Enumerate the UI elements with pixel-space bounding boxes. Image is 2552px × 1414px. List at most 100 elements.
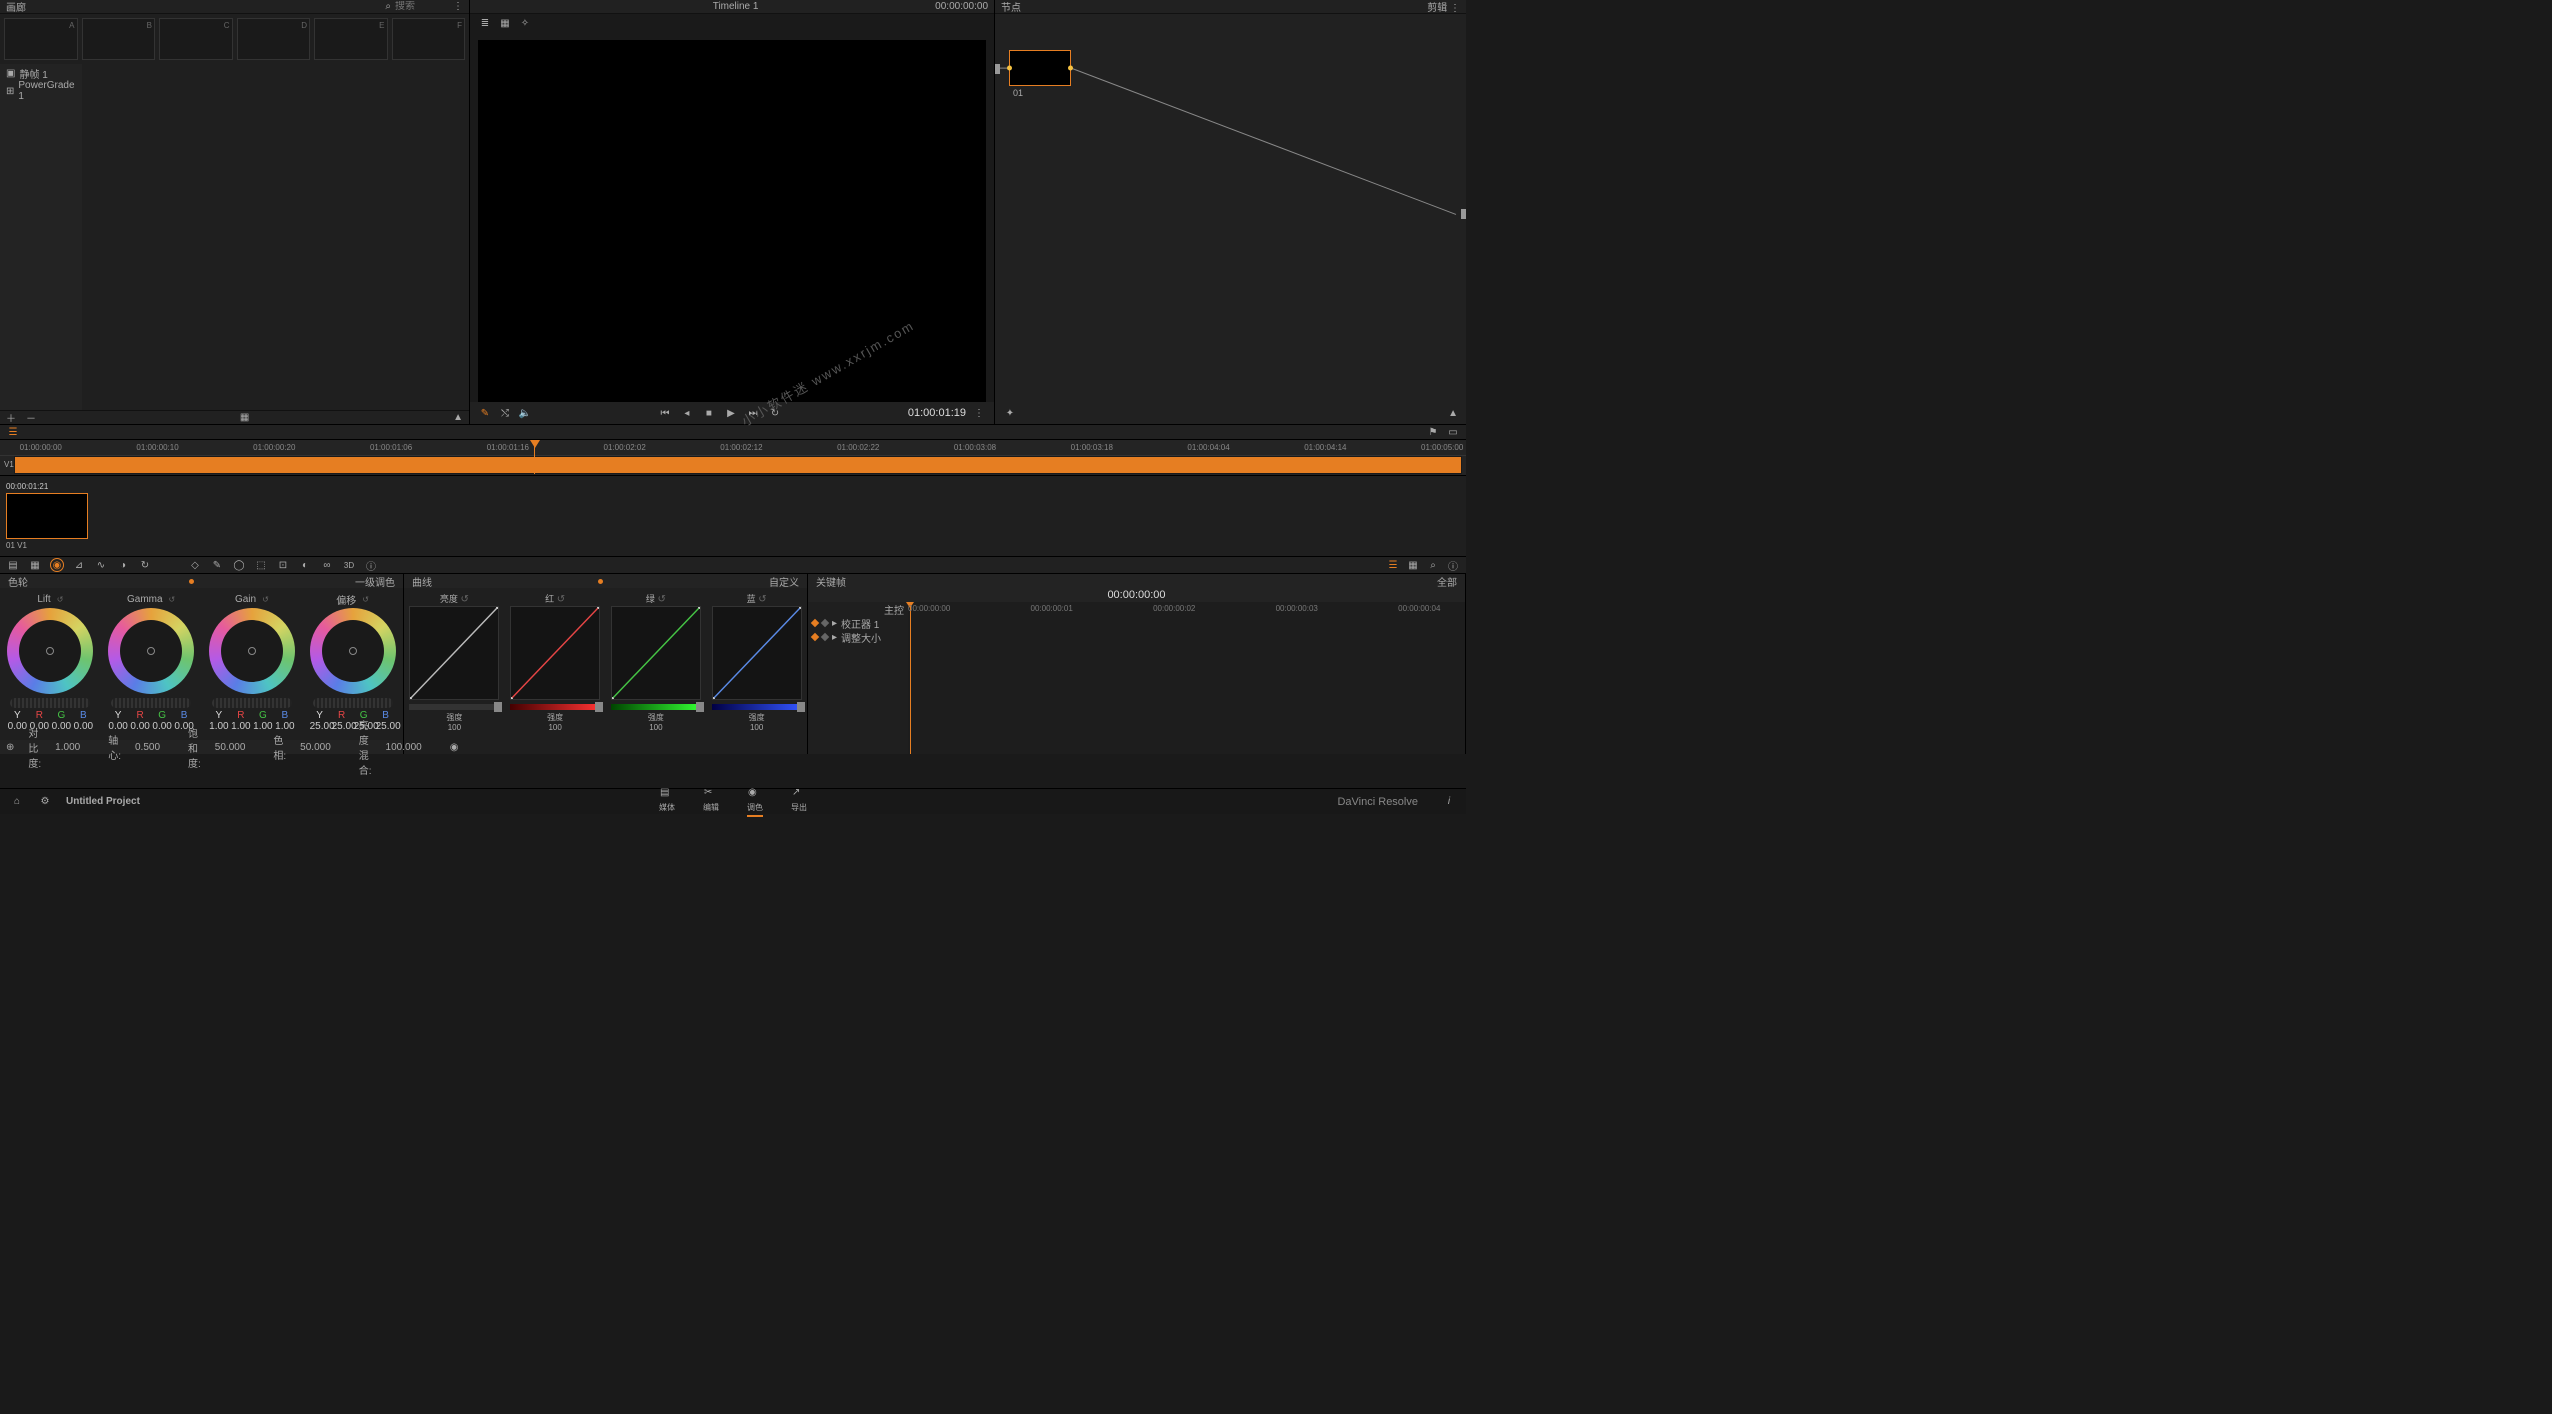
info-icon[interactable]: ⓘ: [1446, 558, 1460, 572]
zoom-handle-icon[interactable]: ▲: [453, 412, 463, 423]
still-slot[interactable]: C: [159, 18, 233, 60]
y-value[interactable]: 25.00: [310, 721, 330, 732]
reset-icon[interactable]: ↺: [57, 595, 64, 604]
keyframes-mode[interactable]: 全部: [1437, 574, 1457, 589]
param-value[interactable]: 50.000: [215, 742, 246, 753]
wheels-mode[interactable]: 一级调色: [355, 574, 395, 589]
jog-wheel[interactable]: [212, 698, 292, 708]
viewer-menu-icon[interactable]: ⋮: [972, 406, 986, 420]
data-burn-icon[interactable]: ⓘ: [364, 558, 378, 572]
search-icon[interactable]: ⌕: [385, 1, 391, 12]
refresh-icon[interactable]: ↻: [138, 558, 152, 572]
color-wheel[interactable]: [108, 608, 194, 694]
clips-timeline-icon[interactable]: ☰: [6, 425, 20, 439]
view-mode-icon[interactable]: ▦: [240, 412, 249, 423]
gallery-menu-icon[interactable]: ⋮: [453, 1, 463, 12]
r-value[interactable]: 1.00: [231, 721, 251, 732]
still-slot[interactable]: A: [4, 18, 78, 60]
settings-icon[interactable]: ⚙: [38, 795, 52, 809]
expand-icon[interactable]: ▸: [832, 632, 837, 643]
g-value[interactable]: 0.00: [51, 721, 71, 732]
kf-master-row[interactable]: 主控: [808, 602, 908, 616]
node-graph[interactable]: 01: [995, 14, 1466, 402]
curve-editor[interactable]: [712, 606, 802, 700]
keyframe-diamond-icon[interactable]: [811, 619, 819, 627]
add-icon[interactable]: ＋: [6, 410, 16, 425]
curve-editor[interactable]: [611, 606, 701, 700]
tracker-icon[interactable]: ✎: [210, 558, 224, 572]
wheel-handle[interactable]: [349, 647, 357, 655]
curve-param-value[interactable]: 100: [649, 723, 662, 732]
list-view-icon[interactable]: ≣: [478, 16, 492, 30]
r-value[interactable]: 0.00: [130, 721, 150, 732]
curve-param-value[interactable]: 100: [548, 723, 561, 732]
playhead[interactable]: [530, 440, 540, 449]
still-slot[interactable]: B: [82, 18, 156, 60]
stop-icon[interactable]: ■: [702, 406, 716, 420]
color-wheels-icon[interactable]: ◉: [50, 558, 64, 572]
param-value[interactable]: 1.000: [55, 742, 80, 753]
prev-frame-icon[interactable]: ◂: [680, 406, 694, 420]
viewer-title[interactable]: Timeline 1: [713, 1, 759, 12]
play-icon[interactable]: ▶: [724, 406, 738, 420]
g-value[interactable]: 0.00: [152, 721, 172, 732]
camera-raw-icon[interactable]: ▤: [6, 558, 20, 572]
still-slot[interactable]: F: [392, 18, 466, 60]
nodes-mode-label[interactable]: 剪辑: [1427, 3, 1447, 14]
intensity-slider[interactable]: [409, 704, 499, 710]
reset-icon[interactable]: ↺: [262, 595, 269, 604]
nodes-menu-icon[interactable]: ⋮: [1450, 3, 1460, 14]
kf-row[interactable]: ▸调整大小: [808, 630, 908, 644]
jog-wheel[interactable]: [10, 698, 90, 708]
wheel-handle[interactable]: [46, 647, 54, 655]
expand-icon[interactable]: ▸: [832, 618, 837, 629]
keyframe-mode-icon[interactable]: ☰: [1386, 558, 1400, 572]
scopes-icon[interactable]: ▦: [1406, 558, 1420, 572]
curves-icon[interactable]: ∿: [94, 558, 108, 572]
intensity-slider[interactable]: [611, 704, 701, 710]
curve-editor[interactable]: [510, 606, 600, 700]
reset-icon[interactable]: ↺: [169, 595, 176, 604]
picker-icon[interactable]: ✎: [478, 406, 492, 420]
sizing-icon[interactable]: ⊡: [276, 558, 290, 572]
expand-icon[interactable]: ⊕: [6, 742, 14, 753]
qualifier-icon[interactable]: ◑: [116, 558, 130, 572]
curve-editor[interactable]: [409, 606, 499, 700]
clip-preview[interactable]: [6, 493, 88, 539]
first-frame-icon[interactable]: ⏮: [658, 406, 672, 420]
wand-icon[interactable]: ✧: [518, 16, 532, 30]
param-value[interactable]: 0.500: [135, 742, 160, 753]
color-match-icon[interactable]: ▦: [28, 558, 42, 572]
rgb-mixer-icon[interactable]: ⊿: [72, 558, 86, 572]
page-tab-调色[interactable]: ◉调色: [747, 787, 763, 817]
b-value[interactable]: 0.00: [73, 721, 93, 732]
still-slot[interactable]: D: [237, 18, 311, 60]
page-tab-编辑[interactable]: ✂编辑: [703, 787, 719, 817]
reset-icon[interactable]: ↺: [362, 595, 369, 604]
window-icon[interactable]: ◇: [188, 558, 202, 572]
search-icon[interactable]: ⌕: [1426, 558, 1440, 572]
reset-icon[interactable]: ↺: [557, 594, 565, 605]
jog-wheel[interactable]: [313, 698, 393, 708]
keyframe-playhead[interactable]: [910, 602, 911, 754]
wheel-handle[interactable]: [248, 647, 256, 655]
keyframe-diamond-icon[interactable]: [811, 633, 819, 641]
kf-row[interactable]: ▸校正器 1: [808, 616, 908, 630]
keyframe-diamond-icon[interactable]: [821, 633, 829, 641]
wheel-handle[interactable]: [147, 647, 155, 655]
clips-view-icon[interactable]: ▭: [1446, 425, 1460, 439]
param-value[interactable]: 50.000: [300, 742, 331, 753]
reset-icon[interactable]: ↺: [657, 594, 665, 605]
stereo-icon[interactable]: ◐: [298, 558, 312, 572]
sidebar-item-powergrade[interactable]: ⊞ PowerGrade 1: [0, 82, 82, 100]
intensity-slider[interactable]: [510, 704, 600, 710]
project-name[interactable]: Untitled Project: [66, 796, 140, 807]
key-icon[interactable]: ⬚: [254, 558, 268, 572]
jog-wheel[interactable]: [111, 698, 191, 708]
link-icon[interactable]: ∞: [320, 558, 334, 572]
grid-view-icon[interactable]: ▦: [498, 16, 512, 30]
y-value[interactable]: 0.00: [7, 721, 27, 732]
timeline-ruler[interactable]: V1 01:00:00:0001:00:00:1001:00:00:2001:0…: [0, 440, 1466, 456]
color-wheel[interactable]: [7, 608, 93, 694]
page-tab-导出[interactable]: ↗导出: [791, 787, 807, 817]
